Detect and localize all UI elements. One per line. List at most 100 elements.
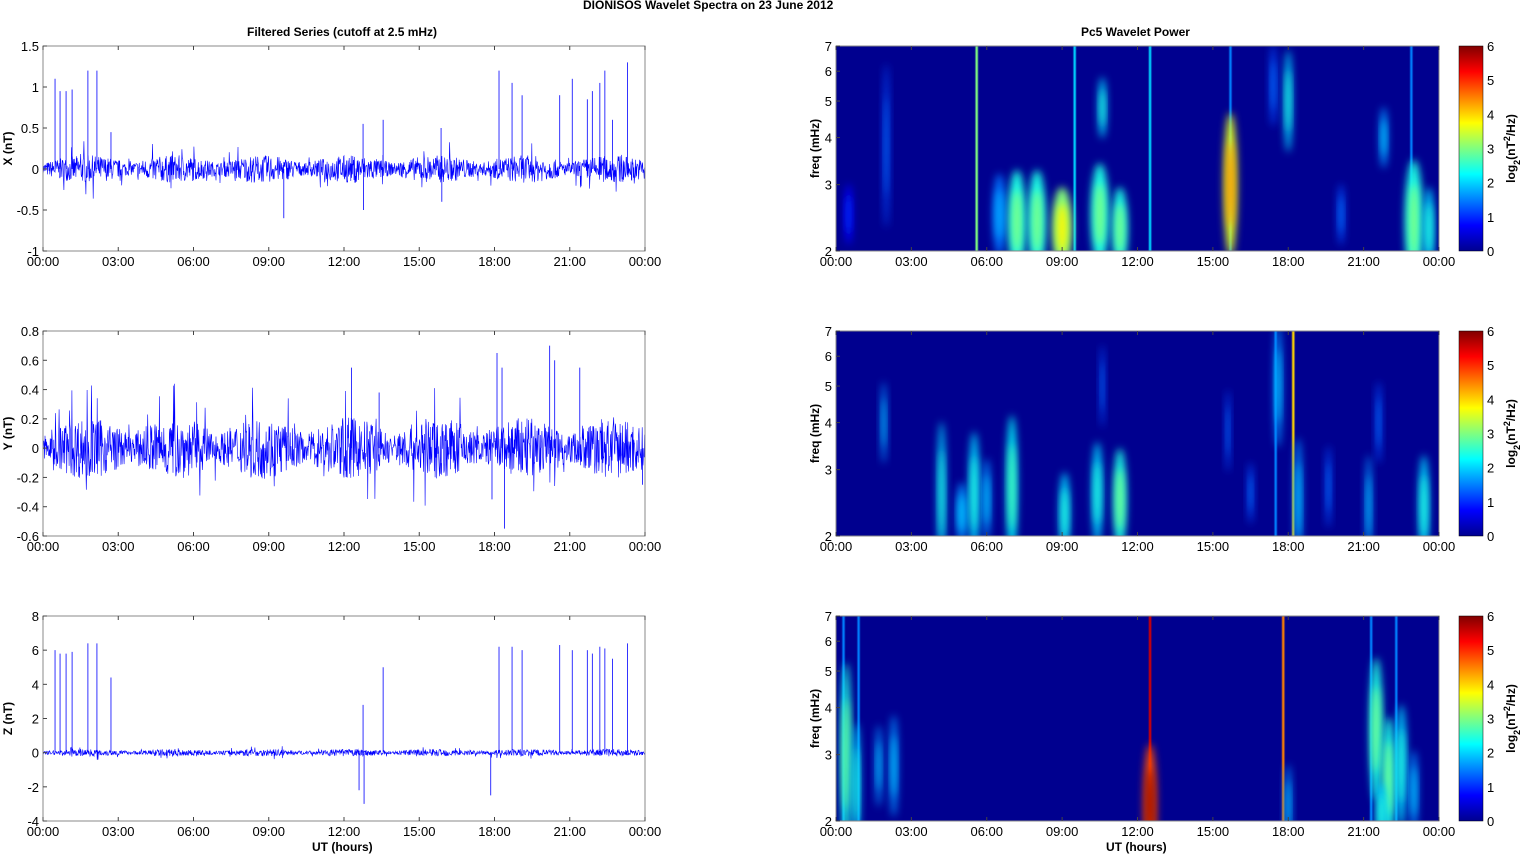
y-axis-label: freq (mHz) <box>808 404 822 463</box>
power-blob-core <box>854 747 858 821</box>
x-tick-label: 12:00 <box>1121 824 1154 839</box>
y-tick-label: 0.4 <box>21 383 39 398</box>
colorbar <box>1458 615 1484 822</box>
x-tick-label: 15:00 <box>403 824 436 839</box>
x-tick-label: 03:00 <box>895 824 928 839</box>
y-tick-label: 5 <box>825 379 832 394</box>
x-tick-label: 09:00 <box>252 824 285 839</box>
x-tick-label: 06:00 <box>177 539 210 554</box>
colorbar-tick-label: 2 <box>1487 176 1494 191</box>
y-tick-label: 2 <box>825 244 832 259</box>
power-blob-core <box>1276 349 1281 423</box>
power-blob-core <box>1296 462 1301 536</box>
x-tick-label: 09:00 <box>1046 539 1079 554</box>
y-tick-label: 0 <box>32 441 39 456</box>
power-blob-core <box>1101 361 1104 411</box>
y-tick-label: 3 <box>825 748 832 763</box>
x-tick-label: 00:00 <box>629 254 662 269</box>
power-blob-core <box>846 196 851 233</box>
power-blob-core <box>1116 468 1124 531</box>
colorbar-tick-label: 6 <box>1487 324 1494 339</box>
heatmap-background <box>836 616 1439 821</box>
colorbar-tick-label: 5 <box>1487 358 1494 373</box>
wavelet-heatmap <box>836 331 1439 536</box>
power-blob-core <box>959 494 965 532</box>
power-blob-core <box>1116 203 1124 251</box>
y-tick-label: 8 <box>32 609 39 624</box>
x-tick-label: 03:00 <box>102 539 135 554</box>
y-tick-label: 3 <box>825 178 832 193</box>
y-tick-label: 0 <box>32 162 39 177</box>
power-blob-core <box>1385 741 1392 815</box>
y-tick-label: -0.6 <box>17 529 39 544</box>
x-tick-label: 15:00 <box>1197 539 1230 554</box>
power-blob-core <box>971 456 977 530</box>
x-tick-label: 18:00 <box>478 824 511 839</box>
y-axis-label: X (nT) <box>1 132 15 166</box>
colorbar-tick-label: 0 <box>1487 814 1494 829</box>
colorbar-tick-label: 0 <box>1487 529 1494 544</box>
power-blob-core <box>1327 462 1330 512</box>
x-tick-label: 00:00 <box>1423 539 1456 554</box>
x-tick-label: 21:00 <box>553 539 586 554</box>
x-tick-label: 15:00 <box>1197 824 1230 839</box>
y-tick-label: 1 <box>32 80 39 95</box>
power-blob-core <box>1381 119 1386 157</box>
x-tick-label: 00:00 <box>629 824 662 839</box>
heatmap-background <box>836 331 1439 536</box>
power-blob-core <box>1286 780 1290 821</box>
y-tick-label: 3 <box>825 463 832 478</box>
x-tick-label: 21:00 <box>1347 539 1380 554</box>
power-blob-core <box>1226 406 1229 456</box>
x-tick-label: 00:00 <box>629 539 662 554</box>
y-tick-label: 0 <box>32 746 39 761</box>
power-ridge <box>975 46 978 251</box>
colorbar-label: log2(nT2/Hz) <box>1502 399 1521 468</box>
power-blob-core <box>1227 141 1234 228</box>
power-ridge <box>1148 46 1152 251</box>
colorbar-tick-label: 2 <box>1487 461 1494 476</box>
y-tick-label: -2 <box>27 780 39 795</box>
y-tick-label: 6 <box>825 634 832 649</box>
y-tick-label: -0.2 <box>17 470 39 485</box>
y-tick-label: 4 <box>32 677 39 692</box>
y-tick-label: 5 <box>825 94 832 109</box>
x-tick-label: 18:00 <box>1272 254 1305 269</box>
x-tick-label: 06:00 <box>177 824 210 839</box>
colorbar-tick-label: 4 <box>1487 107 1494 122</box>
x-tick-label: 12:00 <box>328 539 361 554</box>
power-blob-core <box>1062 488 1068 536</box>
y-axis-label: freq (mHz) <box>808 689 822 748</box>
x-tick-label: 00:00 <box>1423 254 1456 269</box>
power-blob-core <box>1339 196 1343 233</box>
y-tick-label: 2 <box>825 814 832 829</box>
y-tick-label: 7 <box>825 39 832 54</box>
colorbar-label: log2(nT2/Hz) <box>1502 684 1521 753</box>
y-tick-label: 7 <box>825 609 832 624</box>
power-blob-core <box>1373 686 1380 773</box>
power-blob-core <box>984 474 989 525</box>
power-blob-core <box>843 699 849 811</box>
colorbar-tick-label: 4 <box>1487 392 1494 407</box>
y-axis-label: freq (mHz) <box>808 119 822 178</box>
noise-trace <box>43 746 645 760</box>
y-tick-label: 4 <box>825 131 832 146</box>
y-tick-label: 4 <box>825 416 832 431</box>
axes-box <box>42 45 646 252</box>
y-tick-label: 0.8 <box>21 324 39 339</box>
noise-trace <box>43 141 645 199</box>
colorbar-tick-label: 4 <box>1487 677 1494 692</box>
power-blob-core <box>1009 443 1015 530</box>
power-ridge <box>1292 331 1295 536</box>
y-tick-label: 6 <box>32 643 39 658</box>
power-blob-core <box>1271 60 1275 111</box>
colorbar-tick-label: 6 <box>1487 609 1494 624</box>
colorbar-tick-label: 3 <box>1487 427 1494 442</box>
colorbar-tick-label: 1 <box>1487 780 1494 795</box>
y-tick-label: -0.5 <box>17 203 39 218</box>
y-tick-label: 6 <box>825 64 832 79</box>
x-tick-label: 12:00 <box>328 824 361 839</box>
power-blob-core <box>1377 397 1380 448</box>
power-blob-core <box>1409 184 1419 251</box>
x-tick-label: 12:00 <box>1121 254 1154 269</box>
